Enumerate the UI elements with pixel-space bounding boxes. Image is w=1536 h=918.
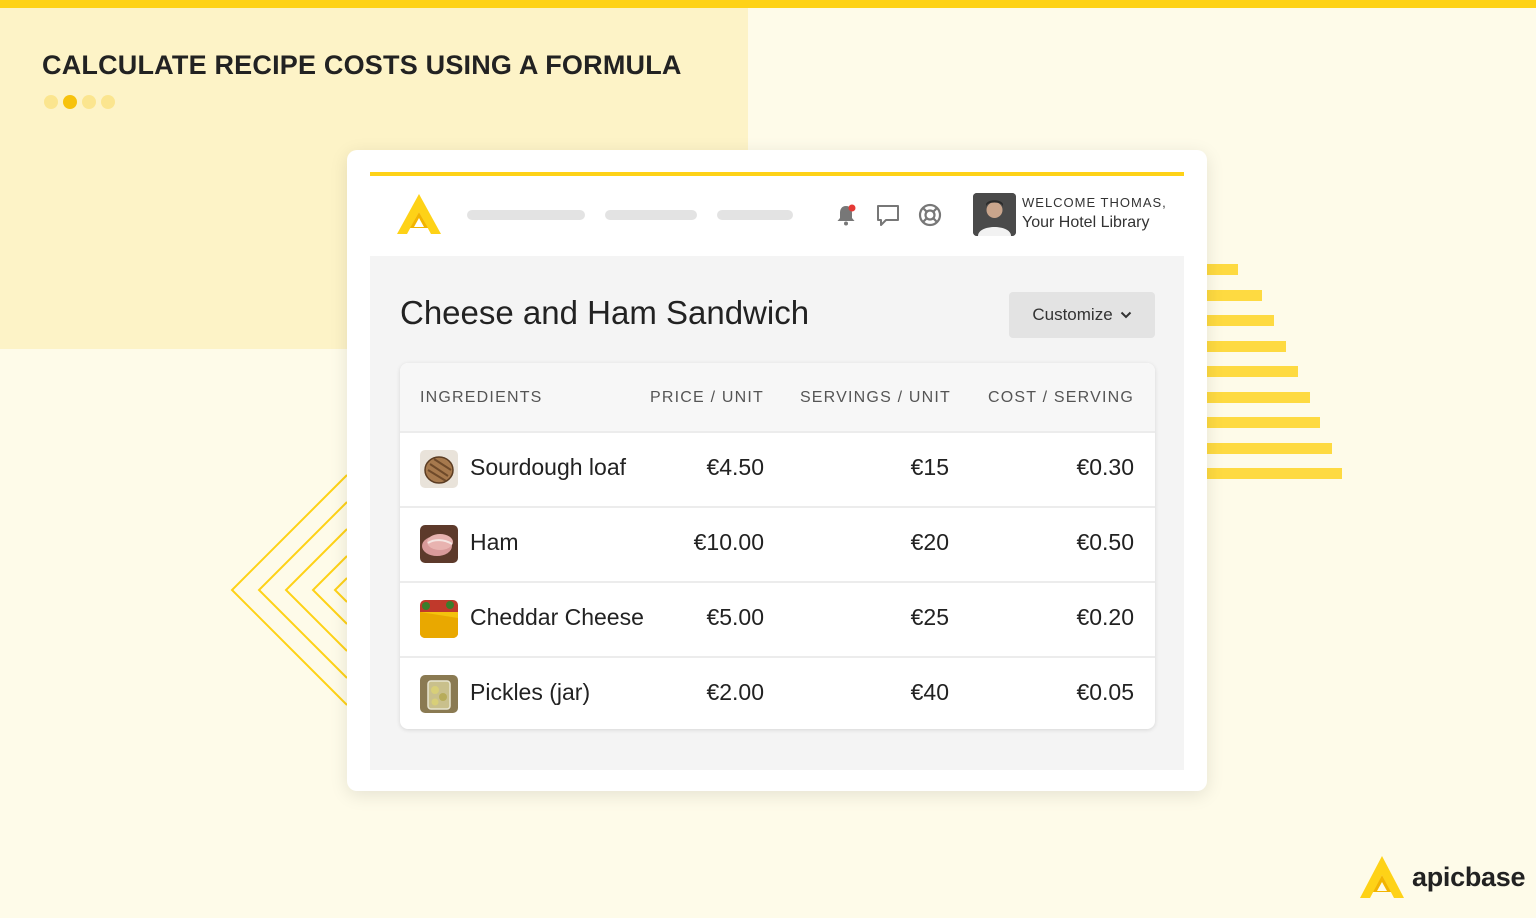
user-welcome: WELCOME THOMAS, Your Hotel Library [1022,195,1167,232]
chat-icon[interactable] [875,202,901,228]
recipe-title: Cheese and Ham Sandwich [400,294,810,331]
nav-placeholder-3[interactable] [717,210,793,220]
slide-dot-active [63,95,77,109]
cost-per-serving: €0.50 [1076,529,1134,555]
chevron-down-icon [1120,311,1131,319]
ingredient-name[interactable]: Ham [470,529,519,556]
header-servings-unit: SERVINGS / UNIT [799,389,951,406]
price-per-unit: €5.00 [706,604,764,630]
nav-placeholder-2[interactable] [605,210,697,220]
bread-thumbnail [420,450,458,488]
table-row[interactable]: Cheddar Cheese €5.00 €25 €0.20 [400,583,1155,658]
price-per-unit: €4.50 [706,454,764,480]
ingredient-name[interactable]: Cheddar Cheese [470,604,644,631]
servings-per-unit: €20 [910,529,949,555]
slide-dot [44,95,58,109]
cost-per-serving: €0.30 [1076,454,1134,480]
slide-dot [82,95,96,109]
cost-per-serving: €0.20 [1076,604,1134,630]
welcome-title: WELCOME THOMAS, [1022,195,1167,210]
cost-per-serving: €0.05 [1076,679,1134,705]
price-per-unit: €10.00 [693,529,764,555]
header-cost-serving: COST / SERVING [987,389,1134,406]
ham-thumbnail [420,525,458,563]
customize-label: Customize [1032,305,1113,324]
header-price-unit: PRICE / UNIT [650,389,764,406]
servings-per-unit: €40 [910,679,949,705]
servings-per-unit: €15 [910,454,949,480]
table-header: INGREDIENTS PRICE / UNIT SERVINGS / UNIT… [400,363,1155,433]
ingredient-name[interactable]: Sourdough loaf [470,454,626,481]
table-row[interactable]: Sourdough loaf €4.50 €15 €0.30 [400,433,1155,508]
price-per-unit: €2.00 [706,679,764,705]
avatar[interactable] [973,193,1016,236]
window-accent-bar [370,172,1184,176]
pickles-thumbnail [420,675,458,713]
ingredient-name[interactable]: Pickles (jar) [470,679,590,706]
ingredients-table: INGREDIENTS PRICE / UNIT SERVINGS / UNIT… [400,363,1155,729]
servings-per-unit: €25 [910,604,949,630]
decorative-chevrons [230,474,348,706]
bell-icon[interactable] [833,202,859,228]
customize-button[interactable]: Customize [1009,292,1155,338]
header-ingredients: INGREDIENTS [420,389,543,406]
brand-footer: apicbase [1360,856,1525,898]
slide-dot [101,95,115,109]
table-row[interactable]: Pickles (jar) €2.00 €40 €0.05 [400,658,1155,729]
apicbase-logo-icon [1360,856,1404,898]
table-row[interactable]: Ham €10.00 €20 €0.50 [400,508,1155,583]
help-lifebuoy-icon[interactable] [917,202,943,228]
recipe-content: Cheese and Ham Sandwich Customize INGRED… [370,256,1184,770]
brand-name: apicbase [1412,861,1526,892]
top-accent-stripe [0,0,1536,8]
page-headline: CALCULATE RECIPE COSTS USING A FORMULA [42,50,682,80]
organization-name[interactable]: Your Hotel Library [1022,214,1167,232]
nav-placeholder-1[interactable] [467,210,585,220]
slide-dots [44,95,115,109]
cheese-thumbnail [420,600,458,638]
app-window: WELCOME THOMAS, Your Hotel Library Chees… [347,150,1207,791]
apicbase-a-logo-icon[interactable] [397,194,441,234]
